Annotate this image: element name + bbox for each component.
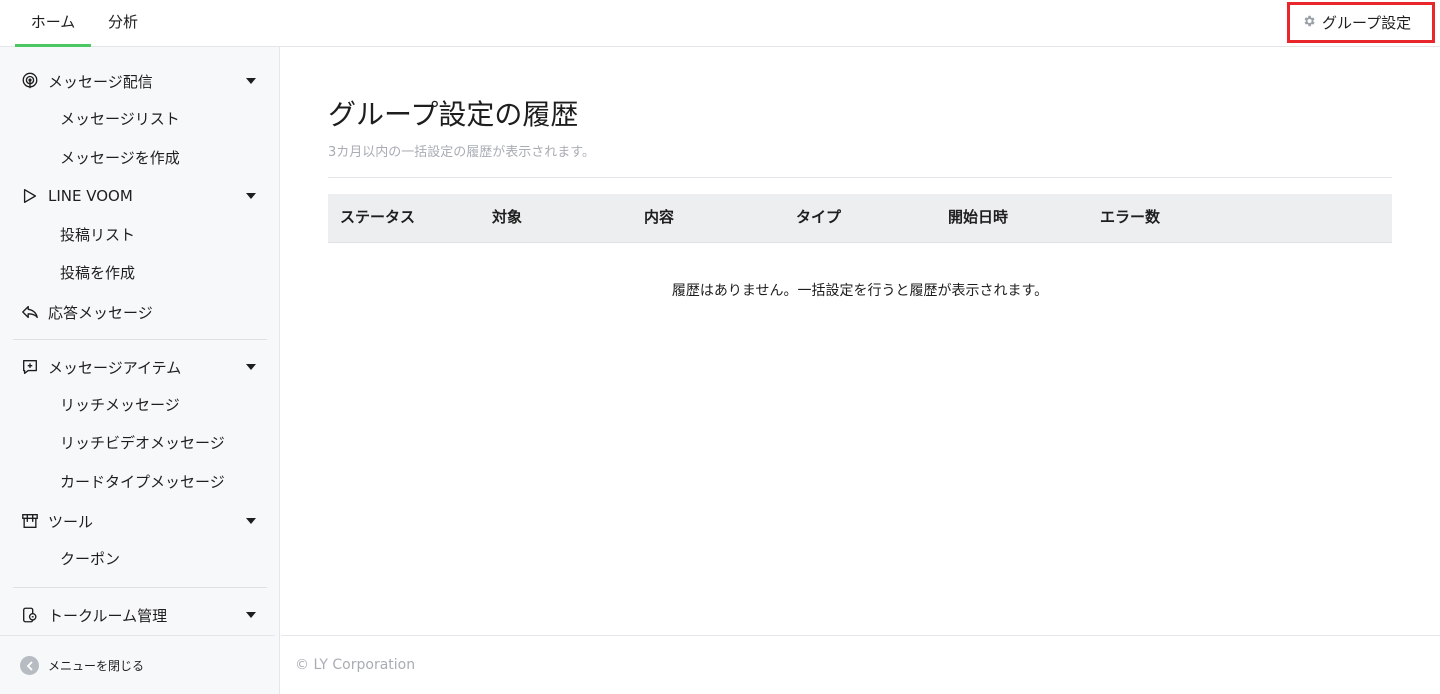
sidebar-item-label: トークルーム管理 [48,606,168,625]
sidebar-subitem-message-list[interactable]: メッセージリスト [60,104,260,134]
add-item-icon [20,357,40,377]
sidebar-footer: メニューを閉じる [0,635,275,694]
sidebar-item-label: ツール [48,512,94,531]
tab-home[interactable]: ホーム [15,0,91,47]
top-navigation: ホーム 分析 グループ設定 [0,0,1440,47]
sidebar-item-label: メッセージアイテム [48,358,182,377]
sidebar-item-tools[interactable]: ツール [20,506,260,536]
group-settings-label: グループ設定 [1322,14,1412,32]
chevron-down-icon [246,193,256,199]
tab-analysis[interactable]: 分析 [100,0,146,46]
voom-play-icon [20,186,40,206]
sidebar-item-label: メッセージ配信 [48,72,153,91]
column-header-status: ステータス [340,208,416,226]
chevron-left-icon [20,656,39,675]
sidebar-item-line-voom[interactable]: LINE VOOM [20,181,260,211]
chevron-down-icon [246,78,256,84]
broadcast-icon [20,71,40,91]
sidebar-item-label: 応答メッセージ [48,303,153,322]
sidebar-subitem-create-message[interactable]: メッセージを作成 [60,143,260,173]
column-header-content: 内容 [644,208,675,226]
sidebar-item-chatroom-management[interactable]: トークルーム管理 [20,600,260,630]
sidebar-subitem-post-list[interactable]: 投稿リスト [60,220,260,250]
column-header-target: 対象 [492,208,523,226]
page-description: 3カ月以内の一括設定の履歴が表示されます。 [328,145,595,160]
chevron-down-icon [246,364,256,370]
copyright-text: © LY Corporation [295,657,416,673]
gear-icon [1302,14,1322,32]
sidebar-item-message-items[interactable]: メッセージアイテム [20,352,260,382]
group-settings-button[interactable]: グループ設定 [1287,2,1435,43]
history-table-header: ステータス 対象 内容 タイプ 開始日時 エラー数 [328,194,1392,243]
collapse-menu-label: メニューを閉じる [48,659,145,673]
main-content: グループ設定の履歴 3カ月以内の一括設定の履歴が表示されます。 ステータス 対象… [281,47,1440,694]
sidebar-item-label: LINE VOOM [48,187,133,205]
chevron-down-icon [246,612,256,618]
sidebar-subitem-create-post[interactable]: 投稿を作成 [60,258,260,288]
column-header-start-time: 開始日時 [948,208,1009,226]
sidebar-divider [13,587,267,588]
reply-icon [20,302,40,322]
divider [328,177,1392,178]
empty-state-message: 履歴はありません。一括設定を行うと履歴が表示されます。 [671,283,1049,299]
sidebar-subitem-rich-message[interactable]: リッチメッセージ [60,390,260,420]
chatroom-icon [20,605,40,625]
sidebar-subitem-rich-video-message[interactable]: リッチビデオメッセージ [60,428,260,458]
page-title: グループ設定の履歴 [328,98,579,131]
sidebar-subitem-coupon[interactable]: クーポン [60,544,260,574]
column-header-type: タイプ [796,208,842,226]
sidebar-item-message-delivery[interactable]: メッセージ配信 [20,66,260,96]
collapse-menu-button[interactable]: メニューを閉じる [20,656,144,675]
tool-store-icon [20,511,40,531]
column-header-error-count: エラー数 [1100,208,1161,226]
sidebar-subitem-card-type-message[interactable]: カードタイプメッセージ [60,467,260,497]
chevron-down-icon [246,518,256,524]
sidebar: メッセージ配信 メッセージリスト メッセージを作成 LINE VOOM 投稿リス… [0,47,280,694]
sidebar-divider [13,339,267,340]
page-footer: © LY Corporation [281,635,1440,694]
sidebar-item-auto-reply[interactable]: 応答メッセージ [20,297,260,327]
